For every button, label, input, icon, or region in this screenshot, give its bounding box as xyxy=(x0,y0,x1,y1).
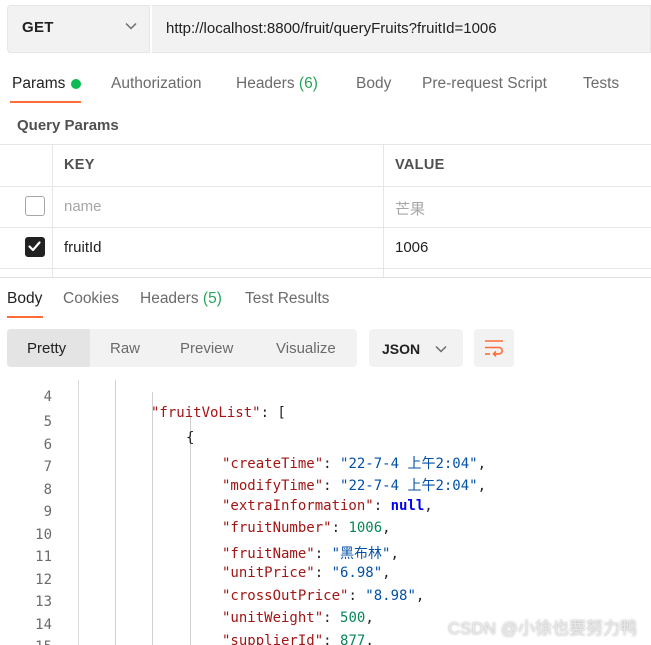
chevron-down-icon xyxy=(435,345,447,353)
tab-test-results[interactable]: Test Results xyxy=(245,290,329,308)
param-value-input[interactable]: 1006 xyxy=(395,239,428,256)
response-divider[interactable] xyxy=(0,277,651,278)
query-params-title: Query Params xyxy=(17,117,119,134)
code-line: 9 "fruitNumber": 1006, xyxy=(0,488,651,536)
code-line: 10 "fruitName": "黑布林", xyxy=(0,511,651,562)
table-border-top xyxy=(0,144,651,145)
checkmark-icon xyxy=(28,241,41,252)
tab-cookies[interactable]: Cookies xyxy=(63,290,119,308)
url-text: http://localhost:8800/fruit/queryFruits?… xyxy=(166,20,497,37)
tab-response-body[interactable]: Body xyxy=(7,290,42,308)
param-key-input[interactable]: name xyxy=(64,198,102,215)
tab-body[interactable]: Body xyxy=(356,75,391,93)
code-line: 12 "crossOutPrice": "8.98", xyxy=(0,556,651,604)
wrap-lines-icon xyxy=(485,340,503,357)
code-line: 8 "extraInformation": null, xyxy=(0,466,651,514)
tab-headers-count: (6) xyxy=(298,75,318,92)
table-divider-check xyxy=(52,144,53,278)
tab-headers-label: Headers xyxy=(236,75,295,92)
code-line: 5 { xyxy=(0,398,651,446)
watermark-text: CSDN @小徐也要努力鸭 xyxy=(447,619,637,638)
view-visualize-button[interactable]: Visualize xyxy=(276,340,336,357)
active-tab-indicator xyxy=(10,101,81,103)
table-divider-value xyxy=(383,144,384,278)
key-column-header: KEY xyxy=(64,157,95,173)
format-label: JSON xyxy=(382,341,421,357)
tab-response-headers-count: (5) xyxy=(202,290,222,307)
line-number: 15 xyxy=(0,639,52,645)
view-preview-button[interactable]: Preview xyxy=(180,340,233,357)
code-line: 6 "createTime": "22-7-4 上午2:04", xyxy=(0,421,651,472)
active-tab-indicator xyxy=(7,316,43,318)
view-pretty-button[interactable]: Pretty xyxy=(27,340,66,357)
tab-pre-request-script[interactable]: Pre-request Script xyxy=(422,75,547,93)
code-viewer[interactable]: 4 "fruitVoList": [ 5 { 6 "createTime": "… xyxy=(0,380,651,645)
tab-headers[interactable]: Headers (6) xyxy=(236,75,318,93)
status-dot-icon xyxy=(71,79,81,89)
tab-tests[interactable]: Tests xyxy=(583,75,619,93)
chevron-down-icon[interactable] xyxy=(125,21,137,31)
checkbox-checked-icon[interactable] xyxy=(25,237,45,257)
param-key-input[interactable]: fruitId xyxy=(64,239,102,256)
checkbox-unchecked-icon[interactable] xyxy=(25,196,45,216)
code-line: 13 "unitWeight": 500, xyxy=(0,578,651,626)
method-label: GET xyxy=(22,19,54,36)
table-border-row2 xyxy=(0,268,651,269)
tab-response-headers-label: Headers xyxy=(140,290,199,307)
tab-authorization[interactable]: Authorization xyxy=(111,75,201,93)
value-column-header: VALUE xyxy=(395,157,445,173)
code-line: 11 "unitPrice": "6.98", xyxy=(0,533,651,581)
tab-params[interactable]: Params xyxy=(12,75,65,93)
table-border-header xyxy=(0,186,651,187)
view-raw-button[interactable]: Raw xyxy=(110,340,140,357)
tab-response-headers[interactable]: Headers (5) xyxy=(140,290,222,308)
table-border-row1 xyxy=(0,227,651,228)
code-line: 7 "modifyTime": "22-7-4 上午2:04", xyxy=(0,443,651,494)
param-value-input[interactable]: 芒果 xyxy=(395,198,425,219)
code-line: 4 "fruitVoList": [ xyxy=(0,380,651,421)
